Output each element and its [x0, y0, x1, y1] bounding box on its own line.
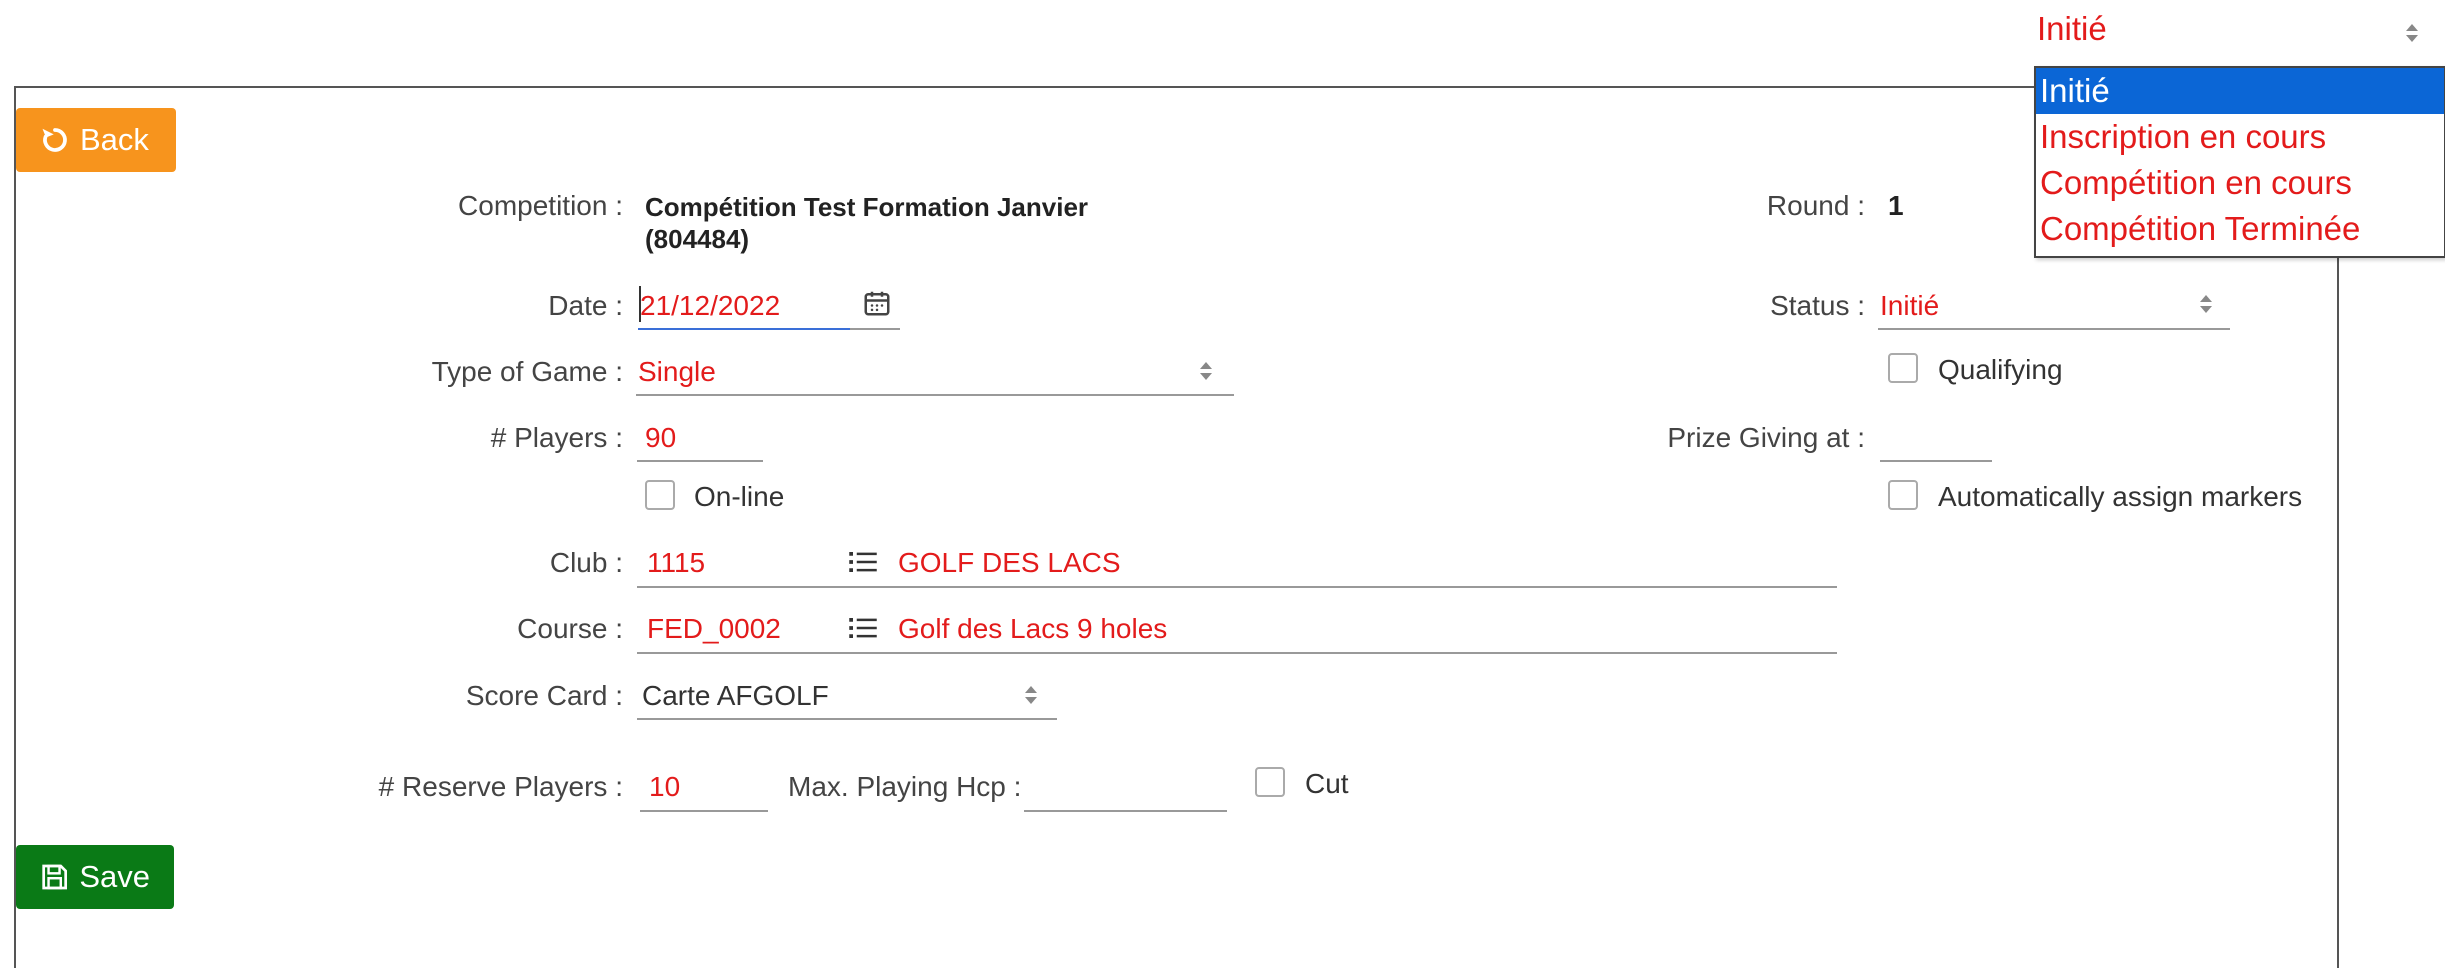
- reserve-players-label: # Reserve Players :: [378, 771, 623, 802]
- course-code-input[interactable]: FED_0002: [647, 613, 781, 645]
- calendar-icon[interactable]: [862, 288, 892, 318]
- prize-giving-underline: [1880, 460, 1992, 462]
- type-underline: [636, 394, 1234, 396]
- top-select-arrows-icon: [2405, 22, 2419, 46]
- back-button[interactable]: Back: [16, 108, 176, 172]
- status-dropdown-list[interactable]: Initié Inscription en cours Compétition …: [2034, 66, 2445, 258]
- scorecard-select-arrows-icon: [1024, 684, 1038, 708]
- save-button[interactable]: Save: [16, 845, 174, 909]
- form-panel: [14, 86, 2339, 968]
- scorecard-label: Score Card :: [465, 680, 623, 711]
- qualifying-checkbox[interactable]: [1888, 353, 1918, 383]
- save-button-label: Save: [79, 859, 150, 894]
- course-underline: [637, 652, 1837, 654]
- players-label: # Players :: [490, 422, 623, 453]
- status-underline: [1878, 328, 2230, 330]
- date-label: Date :: [548, 290, 623, 321]
- course-list-icon[interactable]: [848, 615, 878, 641]
- max-hcp-label: Max. Playing Hcp :: [788, 771, 1022, 802]
- course-label: Course :: [517, 613, 623, 644]
- club-code-input[interactable]: 1115: [647, 547, 705, 579]
- competition-name: Compétition Test Formation Janvier: [645, 192, 1089, 222]
- type-of-game-select[interactable]: Single: [638, 356, 716, 388]
- round-label: Round :: [1766, 190, 1865, 221]
- competition-label: Competition :: [458, 190, 623, 221]
- course-name: Golf des Lacs 9 holes: [898, 613, 1168, 644]
- type-select-arrows-icon: [1199, 360, 1213, 384]
- auto-markers-label: Automatically assign markers: [1938, 481, 2303, 512]
- status-option-competition-en-cours[interactable]: Compétition en cours: [2036, 160, 2444, 206]
- club-name: GOLF DES LACS: [898, 547, 1121, 578]
- status-option-inscription[interactable]: Inscription en cours: [2036, 114, 2444, 160]
- round-value: 1: [1888, 190, 1904, 221]
- reserve-players-underline: [640, 810, 768, 812]
- max-hcp-underline: [1024, 810, 1227, 812]
- online-label: On-line: [694, 481, 785, 512]
- scorecard-select[interactable]: Carte AFGOLF: [642, 680, 829, 712]
- reserve-players-input[interactable]: 10: [649, 771, 680, 803]
- date-button-underline: [850, 328, 900, 330]
- qualifying-label: Qualifying: [1938, 354, 2063, 385]
- status-select-arrows-icon: [2199, 293, 2213, 317]
- cut-label: Cut: [1305, 768, 1349, 799]
- status-option-initie[interactable]: Initié: [2036, 68, 2444, 114]
- type-of-game-label: Type of Game :: [431, 356, 623, 387]
- competition-id: (804484): [645, 224, 750, 254]
- date-input[interactable]: 21/12/2022: [640, 290, 780, 322]
- scorecard-underline: [637, 718, 1057, 720]
- online-checkbox[interactable]: [645, 480, 675, 510]
- players-underline: [637, 460, 763, 462]
- status-option-competition-terminee[interactable]: Compétition Terminée: [2036, 206, 2444, 252]
- undo-icon: [42, 128, 67, 152]
- auto-markers-checkbox[interactable]: [1888, 480, 1918, 510]
- club-list-icon[interactable]: [848, 549, 878, 575]
- top-status-select-value[interactable]: Initié: [2037, 10, 2107, 48]
- club-label: Club :: [549, 547, 623, 578]
- date-cursor: [639, 286, 641, 322]
- cut-checkbox[interactable]: [1255, 767, 1285, 797]
- players-input[interactable]: 90: [645, 422, 676, 454]
- prize-giving-label: Prize Giving at :: [1667, 422, 1865, 453]
- status-label: Status :: [1770, 290, 1865, 321]
- back-button-label: Back: [80, 122, 149, 157]
- club-underline: [637, 586, 1837, 588]
- status-select[interactable]: Initié: [1880, 290, 1939, 322]
- save-icon: [42, 864, 68, 890]
- date-underline: [638, 328, 850, 330]
